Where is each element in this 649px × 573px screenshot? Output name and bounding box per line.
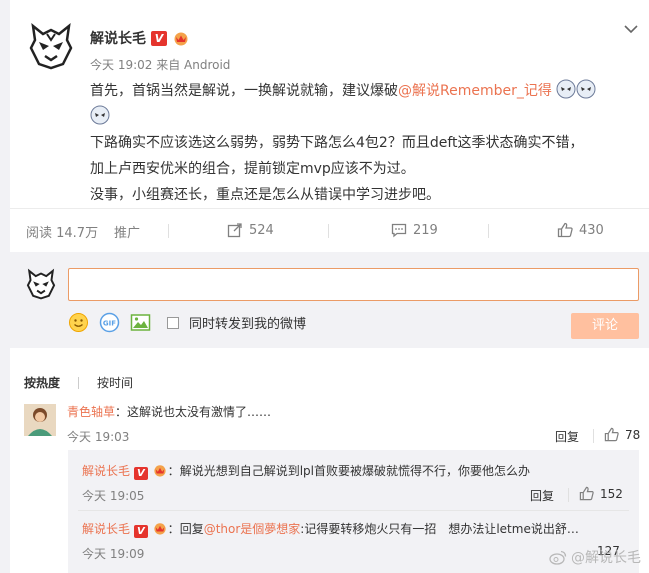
reply-button[interactable]: 回复	[530, 487, 554, 504]
divider	[10, 208, 649, 209]
divider	[328, 224, 329, 238]
reply-author[interactable]: 解说长毛	[82, 522, 130, 536]
comment-count: 219	[413, 222, 438, 238]
repost-checkbox[interactable]	[167, 316, 179, 329]
read-count: 阅读 14.7万	[26, 226, 99, 241]
comment-like-button[interactable]: 78	[604, 427, 640, 442]
post-body: 首先，首锅当然是解说，一换解说就输，建议爆破@解说Remember_记得 下路确…	[90, 78, 640, 208]
divider	[593, 429, 594, 443]
comment-icon	[391, 223, 407, 238]
svg-text:GIF: GIF	[103, 320, 116, 328]
post-line-3: 加上卢西安优米的组合，提前锁定mvp应该不为过。	[90, 161, 415, 177]
reply-time: 今天 19:05	[82, 489, 145, 503]
tab-sort-hot[interactable]: 按热度	[24, 374, 60, 391]
author-row: 解说长毛 V	[90, 28, 190, 48]
like-icon	[604, 427, 619, 442]
comment-item: 青色轴草：这解说也太没有激情了……	[67, 403, 271, 420]
reply-author[interactable]: 解说长毛	[82, 464, 130, 478]
comment-input[interactable]	[68, 268, 639, 301]
post-line-2: 下路确实不应该选这么弱势，弱势下路怎么4包2？而且deft这季状态确实不错，	[90, 135, 584, 151]
divider	[78, 510, 629, 511]
divider	[488, 224, 489, 238]
reply-prefix: 回复	[179, 522, 204, 536]
gif-icon[interactable]: GIF	[99, 312, 120, 333]
weibo-icon	[549, 550, 567, 565]
g2-emoji-icon	[576, 79, 596, 99]
post-line-4: 没事，小组赛还长，重点还是怎么从错误中学习进步吧。	[90, 187, 440, 203]
verified-v-icon: V	[133, 467, 148, 480]
reply-time: 今天 19:09	[82, 547, 145, 561]
vip-crown-icon	[154, 465, 166, 477]
like-count: 430	[579, 222, 604, 238]
divider	[78, 376, 80, 389]
reply-like-count: 152	[600, 486, 623, 501]
like-button[interactable]: 430	[557, 222, 604, 238]
promote-link[interactable]: 推广	[114, 222, 140, 241]
comment-like-count: 78	[625, 427, 641, 442]
composer-toolbar: GIF 同时转发到我的微博	[68, 312, 306, 333]
divider	[568, 488, 569, 502]
vip-crown-icon	[154, 523, 166, 535]
g2-emoji-icon	[556, 79, 576, 99]
post-meta: 今天 19:02 来自 Android	[90, 58, 231, 72]
stats-bar: 阅读 14.7万 推广 524 219 430	[10, 212, 649, 246]
avatar[interactable]	[24, 404, 56, 436]
comment-button[interactable]: 219	[391, 222, 438, 238]
image-icon[interactable]	[130, 312, 151, 333]
mention-link[interactable]: @thor是個夢想家	[204, 522, 301, 536]
mention-link[interactable]: @解说Remember_记得	[398, 83, 552, 99]
repost-icon	[227, 223, 242, 238]
repost-count: 524	[249, 222, 274, 238]
comment-sort-tabs: 按热度 按时间	[24, 374, 133, 391]
watermark-text: @解说长毛	[571, 550, 641, 566]
divider	[168, 224, 169, 238]
reply-text: :记得要转移炮火只有一招 想办法让letme说出舒…	[300, 522, 579, 536]
post-line-1: 首先，首锅当然是解说，一换解说就输，建议爆破	[90, 83, 398, 99]
comment-composer: GIF 同时转发到我的微博 评论	[10, 252, 649, 348]
comment-text: 这解说也太没有激情了……	[127, 405, 272, 419]
reply-item: 解说长毛 V ：回复@thor是個夢想家:记得要转移炮火只有一招 想办法让let…	[82, 520, 579, 538]
g2-logo-icon[interactable]	[25, 20, 77, 72]
watermark: @解说长毛	[549, 547, 641, 567]
weibo-post-card: 解说长毛 V 今天 19:02 来自 Android 首先，首锅当然是解说，一换…	[10, 0, 649, 573]
vip-crown-icon	[174, 32, 188, 45]
comment-author[interactable]: 青色轴草	[67, 405, 115, 419]
verified-v-icon: V	[151, 30, 167, 46]
reply-text: 解说光想到自己解说到lpl首败要被爆破就慌得不行，你要他怎么办	[179, 464, 530, 478]
reply-separator: ：	[167, 464, 180, 478]
reply-button[interactable]: 回复	[555, 428, 579, 445]
tab-sort-time[interactable]: 按时间	[97, 374, 133, 391]
chevron-down-icon[interactable]	[623, 22, 639, 36]
g2-emoji-icon	[90, 105, 110, 125]
reply-like-button[interactable]: 152	[579, 486, 623, 501]
submit-comment-button[interactable]: 评论	[571, 313, 639, 339]
smile-icon[interactable]	[68, 312, 89, 333]
comment-separator: ：	[115, 405, 128, 419]
verified-v-icon: V	[133, 525, 148, 538]
reply-item: 解说长毛 V ：解说光想到自己解说到lpl首败要被爆破就慌得不行，你要他怎么办	[82, 462, 530, 480]
comment-time: 今天 19:03	[67, 430, 130, 444]
like-icon	[579, 486, 594, 501]
like-icon	[557, 222, 573, 238]
reply-separator: ：	[167, 522, 180, 536]
avatar	[26, 268, 56, 300]
author-name[interactable]: 解说长毛	[90, 28, 146, 48]
repost-checkbox-label: 同时转发到我的微博	[189, 317, 307, 332]
repost-button[interactable]: 524	[227, 222, 274, 238]
